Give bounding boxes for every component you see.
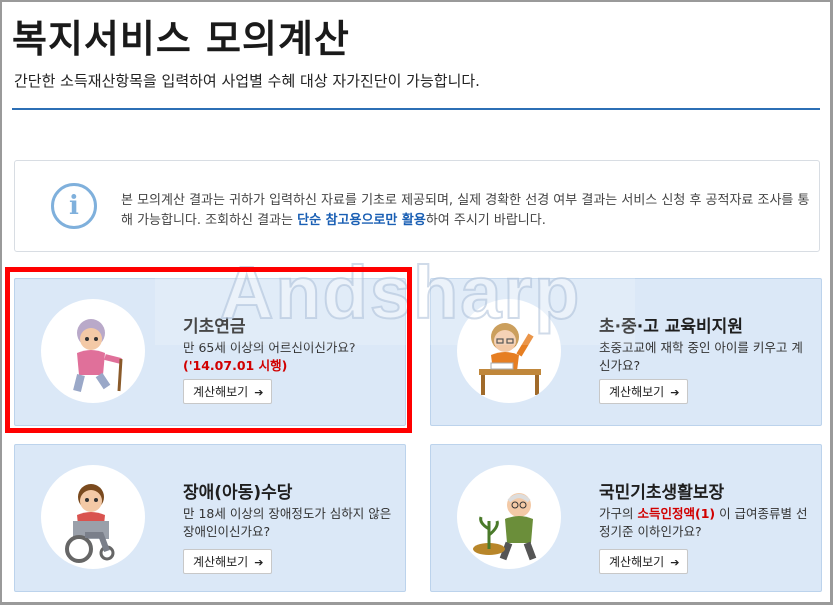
highlight-box bbox=[5, 267, 412, 433]
calculate-button[interactable]: 계산해보기 ➔ bbox=[599, 379, 689, 404]
notice-text-highlight: 단순 참고용으로만 활용 bbox=[297, 213, 426, 228]
card-title: 국민기초생활보장 bbox=[599, 483, 725, 503]
student-icon bbox=[457, 299, 561, 403]
gardener-icon bbox=[457, 465, 561, 569]
card-education-support[interactable]: 초·중·고 교육비지원 초중고교에 재학 중인 아이를 키우고 계신가요? 계산… bbox=[430, 278, 822, 426]
calculate-button-label: 계산해보기 bbox=[609, 385, 665, 399]
card-basic-livelihood[interactable]: 국민기초생활보장 가구의 소득인정액(1) 이 급여종류별 선정기준 이하인가요… bbox=[430, 444, 822, 592]
card-description: 가구의 소득인정액(1) 이 급여종류별 선정기준 이하인가요? bbox=[599, 505, 809, 541]
wheelchair-icon bbox=[41, 465, 145, 569]
calculate-button[interactable]: 계산해보기 ➔ bbox=[599, 549, 689, 574]
calculate-button-label: 계산해보기 bbox=[609, 555, 665, 569]
card-title: 장애(아동)수당 bbox=[183, 483, 293, 503]
calculate-button[interactable]: 계산해보기 ➔ bbox=[183, 549, 273, 574]
arrow-right-icon: ➔ bbox=[670, 386, 680, 399]
info-icon: i bbox=[51, 183, 97, 229]
arrow-right-icon: ➔ bbox=[254, 556, 264, 569]
notice-text: 본 모의계산 결과는 귀하가 입력하신 자료를 기초로 제공되며, 실제 경확한… bbox=[121, 191, 811, 231]
card-disability-allowance[interactable]: 장애(아동)수당 만 18세 이상의 장애정도가 심하지 않은 장애인이신가요?… bbox=[14, 444, 406, 592]
card-description-pre: 가구의 bbox=[599, 506, 638, 521]
card-title: 초·중·고 교육비지원 bbox=[599, 317, 743, 337]
notice-text-part2: 하여 주시기 바랍니다. bbox=[425, 213, 546, 228]
title-divider bbox=[12, 108, 820, 110]
page-title: 복지서비스 모의계산 bbox=[12, 17, 350, 61]
card-description: 만 18세 이상의 장애정도가 심하지 않은 장애인이신가요? bbox=[183, 506, 392, 539]
page-subtitle: 간단한 소득재산항목을 입력하여 사업별 수혜 대상 자가진단이 가능합니다. bbox=[14, 72, 480, 90]
arrow-right-icon: ➔ bbox=[670, 556, 680, 569]
calculate-button-label: 계산해보기 bbox=[193, 555, 249, 569]
card-description: 초중고교에 재학 중인 아이를 키우고 계신가요? bbox=[599, 340, 803, 373]
card-income-term: 소득인정액(1) bbox=[637, 506, 716, 521]
notice-box: i 본 모의계산 결과는 귀하가 입력하신 자료를 기초로 제공되며, 실제 경… bbox=[14, 160, 820, 252]
